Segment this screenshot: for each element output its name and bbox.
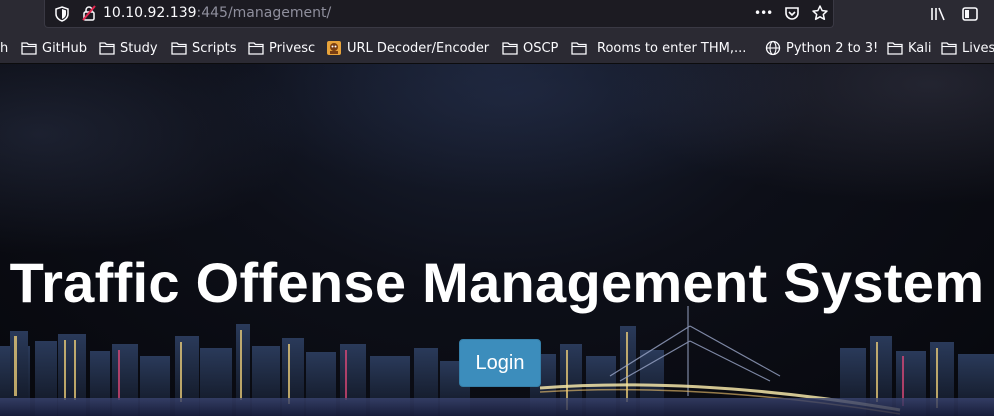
bookmark-star-icon[interactable]	[811, 4, 829, 22]
favicon-icon	[327, 41, 341, 55]
bookmarks-bar: h GitHub Study Scripts Privesc URL Decod…	[0, 32, 994, 64]
pocket-icon[interactable]	[783, 4, 801, 22]
library-icon[interactable]	[928, 4, 948, 24]
browser-toolbar: 10.10.92.139:445/management/ •••	[0, 0, 994, 32]
insecure-lock-icon[interactable]	[81, 5, 97, 21]
bookmark-python[interactable]: Python 2 to 3!	[765, 39, 878, 57]
bookmark-label: Kali	[908, 40, 932, 56]
tracking-shield-icon[interactable]	[55, 6, 69, 22]
folder-icon	[21, 42, 37, 55]
folder-icon	[571, 42, 587, 55]
url-text[interactable]: 10.10.92.139:445/management/	[103, 5, 331, 21]
globe-icon	[765, 40, 781, 56]
bookmark-label: Rooms to enter THM,...	[597, 40, 747, 56]
sky-background	[0, 64, 994, 264]
bookmark-folder-scripts[interactable]: Scripts	[171, 39, 236, 57]
bookmark-folder-study[interactable]: Study	[99, 39, 158, 57]
folder-icon	[171, 42, 187, 55]
sidebar-icon[interactable]	[960, 4, 980, 24]
page-actions-menu-icon[interactable]: •••	[754, 4, 773, 22]
page-title: Traffic Offense Management System	[9, 251, 985, 314]
url-bar[interactable]: 10.10.92.139:445/management/ •••	[44, 0, 834, 28]
folder-icon	[502, 42, 518, 55]
bookmark-label: GitHub	[42, 40, 88, 56]
bookmark-folder-github[interactable]: GitHub	[21, 39, 87, 57]
bookmark-label: h	[0, 40, 9, 56]
folder-icon	[887, 42, 903, 55]
landing-hero: Traffic Offense Management System Login	[0, 64, 994, 416]
login-button[interactable]: Login	[459, 339, 541, 387]
url-path: :445/management/	[196, 5, 332, 21]
folder-icon	[941, 42, 957, 55]
folder-icon	[248, 42, 264, 55]
bookmark-label: Lives	[962, 40, 994, 56]
bookmark-url-decoder[interactable]: URL Decoder/Encoder	[326, 39, 489, 57]
bookmark-label: OSCP	[523, 40, 559, 56]
bookmark-item[interactable]: h	[0, 39, 8, 57]
bookmark-folder-kali[interactable]: Kali	[887, 39, 932, 57]
bookmark-label: Scripts	[192, 40, 237, 56]
url-host: 10.10.92.139	[103, 5, 197, 21]
bookmark-label: URL Decoder/Encoder	[347, 40, 490, 56]
bookmark-label: Study	[120, 40, 158, 56]
folder-icon	[99, 42, 115, 55]
bookmark-folder-oscp[interactable]: OSCP	[502, 39, 558, 57]
bookmark-folder-privesc[interactable]: Privesc	[248, 39, 315, 57]
bookmark-label: Privesc	[269, 40, 316, 56]
bookmark-label: Python 2 to 3!	[786, 40, 879, 56]
bookmark-folder-rooms[interactable]: Rooms to enter THM,...	[571, 39, 746, 57]
bookmark-folder-lives[interactable]: Lives	[941, 39, 994, 57]
